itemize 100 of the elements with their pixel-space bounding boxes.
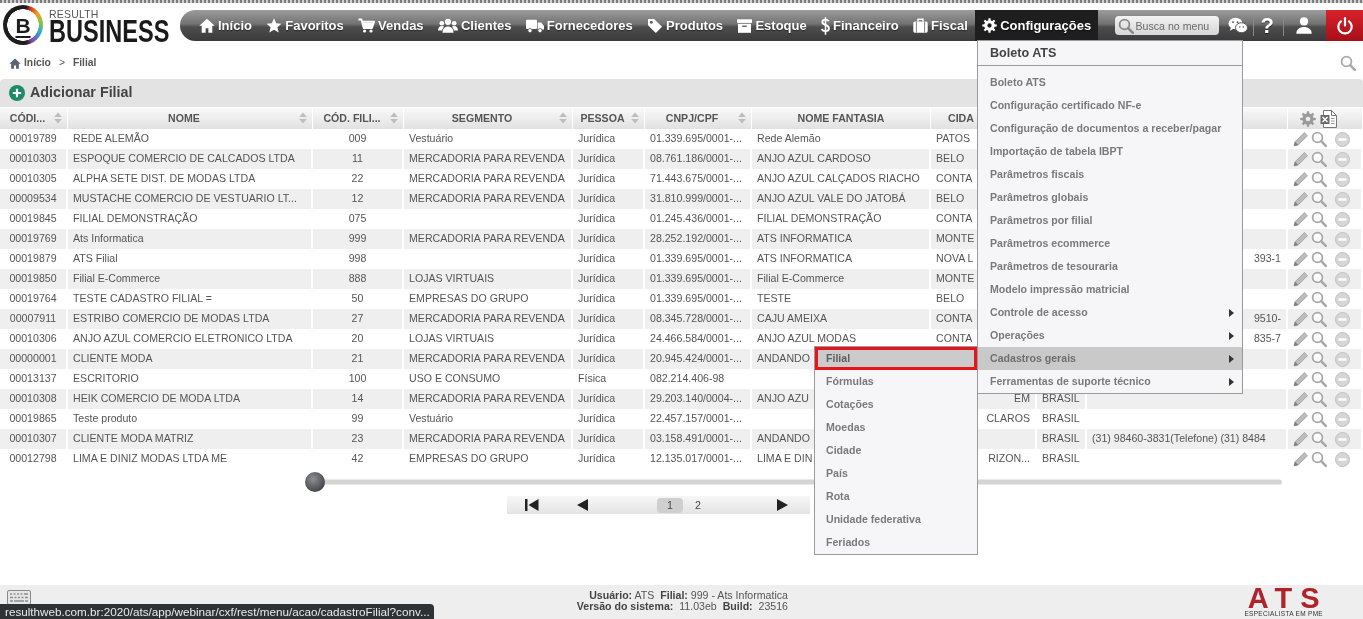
chat-icon[interactable] (1227, 17, 1248, 34)
search-icon[interactable] (1311, 151, 1327, 167)
pencil-icon[interactable] (1293, 171, 1308, 187)
pencil-icon[interactable] (1293, 431, 1308, 447)
search-icon[interactable] (1311, 371, 1327, 387)
minus-circle-icon[interactable] (1335, 411, 1350, 427)
menu-item[interactable]: Filial (815, 347, 977, 370)
pencil-icon[interactable] (1293, 211, 1308, 227)
menu-item[interactable]: Controle de acesso (978, 301, 1242, 324)
nav-item[interactable]: Vendas (351, 10, 431, 41)
minus-circle-icon[interactable] (1335, 251, 1350, 267)
menu-item[interactable]: Cotações (815, 393, 977, 416)
menu-item[interactable]: Boleto ATS (978, 71, 1242, 94)
spreadsheet-icon[interactable] (1320, 109, 1337, 128)
sort-icon[interactable] (390, 112, 398, 125)
column-header[interactable]: PESSOA (580, 110, 625, 127)
column-header[interactable]: CÓD. FILI... (323, 110, 381, 127)
minus-circle-icon[interactable] (1335, 151, 1350, 167)
minus-circle-icon[interactable] (1335, 311, 1350, 327)
menu-item[interactable]: Feriados (815, 531, 977, 554)
sort-icon[interactable] (54, 112, 62, 125)
column-header[interactable]: CIDA (948, 110, 974, 127)
nav-item[interactable]: Clientes (430, 10, 519, 41)
search-icon[interactable] (1311, 251, 1327, 267)
search-icon[interactable] (1311, 231, 1327, 247)
nav-item[interactable]: Estoque (730, 10, 814, 41)
menu-item[interactable]: Ferramentas de suporte técnico (978, 370, 1242, 393)
previous-page-icon[interactable] (577, 499, 588, 511)
user-icon[interactable] (1296, 17, 1312, 34)
sort-icon[interactable] (559, 112, 567, 125)
pencil-icon[interactable] (1293, 311, 1308, 327)
pencil-icon[interactable] (1293, 291, 1308, 307)
minus-circle-icon[interactable] (1335, 231, 1350, 247)
column-header[interactable]: NOME FANTASIA (797, 110, 885, 127)
search-icon[interactable] (1311, 211, 1327, 227)
menu-item[interactable]: Fórmulas (815, 370, 977, 393)
search-icon[interactable] (1340, 55, 1356, 71)
pencil-icon[interactable] (1293, 191, 1308, 207)
minus-circle-icon[interactable] (1335, 211, 1350, 227)
search-icon[interactable] (1311, 311, 1327, 327)
pencil-icon[interactable] (1293, 351, 1308, 367)
sort-icon[interactable] (631, 112, 639, 125)
nav-item[interactable]: Fornecedores (518, 10, 640, 41)
search-icon[interactable] (1311, 431, 1327, 447)
pencil-icon[interactable] (1293, 271, 1308, 287)
menu-item[interactable]: Modelo impressão matricial (978, 278, 1242, 301)
page-button[interactable]: 1 (657, 497, 683, 513)
menu-item[interactable]: Moedas (815, 416, 977, 439)
first-page-icon[interactable] (525, 499, 539, 511)
pencil-icon[interactable] (1293, 391, 1308, 407)
help-button[interactable]: ? (1260, 14, 1274, 37)
search-icon[interactable] (1311, 191, 1327, 207)
minus-circle-icon[interactable] (1335, 431, 1350, 447)
menu-item[interactable]: Importação de tabela IBPT (978, 140, 1242, 163)
menu-item[interactable]: Parâmetros fiscais (978, 163, 1242, 186)
search-icon[interactable] (1311, 131, 1327, 147)
menu-item[interactable]: Parâmetros de tesouraria (978, 255, 1242, 278)
pencil-icon[interactable] (1293, 151, 1308, 167)
menu-item[interactable]: Parâmetros globais (978, 186, 1242, 209)
pencil-icon[interactable] (1293, 411, 1308, 427)
pencil-icon[interactable] (1293, 451, 1308, 467)
column-header[interactable]: CÓDI... (9, 110, 46, 127)
menu-item[interactable]: Configuração certificado NF-e (978, 94, 1242, 117)
minus-circle-icon[interactable] (1335, 351, 1350, 367)
minus-circle-icon[interactable] (1335, 391, 1350, 407)
pencil-icon[interactable] (1293, 371, 1308, 387)
menu-item[interactable]: Configuração de documentos a receber/pagar (978, 117, 1242, 140)
menu-item[interactable]: Cadastros gerais (978, 347, 1242, 370)
search-icon[interactable] (1311, 451, 1327, 467)
pencil-icon[interactable] (1293, 231, 1308, 247)
add-button[interactable]: Adicionar Filial (9, 82, 133, 104)
menu-item[interactable]: Operações (978, 324, 1242, 347)
minus-circle-icon[interactable] (1335, 271, 1350, 287)
search-icon[interactable] (1311, 271, 1327, 287)
pencil-icon[interactable] (1293, 331, 1308, 347)
sort-icon[interactable] (299, 112, 307, 125)
minus-circle-icon[interactable] (1335, 451, 1350, 467)
column-header[interactable]: SEGMENTO (451, 110, 513, 127)
nav-item[interactable]: Favoritos (259, 10, 351, 41)
search-icon[interactable] (1311, 391, 1327, 407)
search-icon[interactable] (1311, 411, 1327, 427)
power-button[interactable] (1326, 10, 1363, 41)
menu-item[interactable]: Cidade (815, 439, 977, 462)
next-page-icon[interactable] (776, 499, 788, 511)
pencil-icon[interactable] (1293, 251, 1308, 267)
search-field[interactable]: Busca no menu (1114, 16, 1219, 35)
search-icon[interactable] (1311, 331, 1327, 347)
nav-item[interactable]: Configurações (975, 10, 1099, 41)
minus-circle-icon[interactable] (1335, 331, 1350, 347)
menu-item[interactable]: Unidade federativa (815, 508, 977, 531)
minus-circle-icon[interactable] (1335, 171, 1350, 187)
minus-circle-icon[interactable] (1335, 291, 1350, 307)
menu-item[interactable]: País (815, 462, 977, 485)
nav-item[interactable]: Início (192, 10, 259, 41)
keyboard-icon[interactable] (7, 590, 31, 605)
minus-circle-icon[interactable] (1335, 191, 1350, 207)
pencil-icon[interactable] (1293, 131, 1308, 147)
minus-circle-icon[interactable] (1335, 371, 1350, 387)
search-icon[interactable] (1311, 171, 1327, 187)
column-header[interactable]: CNPJ/CPF (665, 110, 719, 127)
